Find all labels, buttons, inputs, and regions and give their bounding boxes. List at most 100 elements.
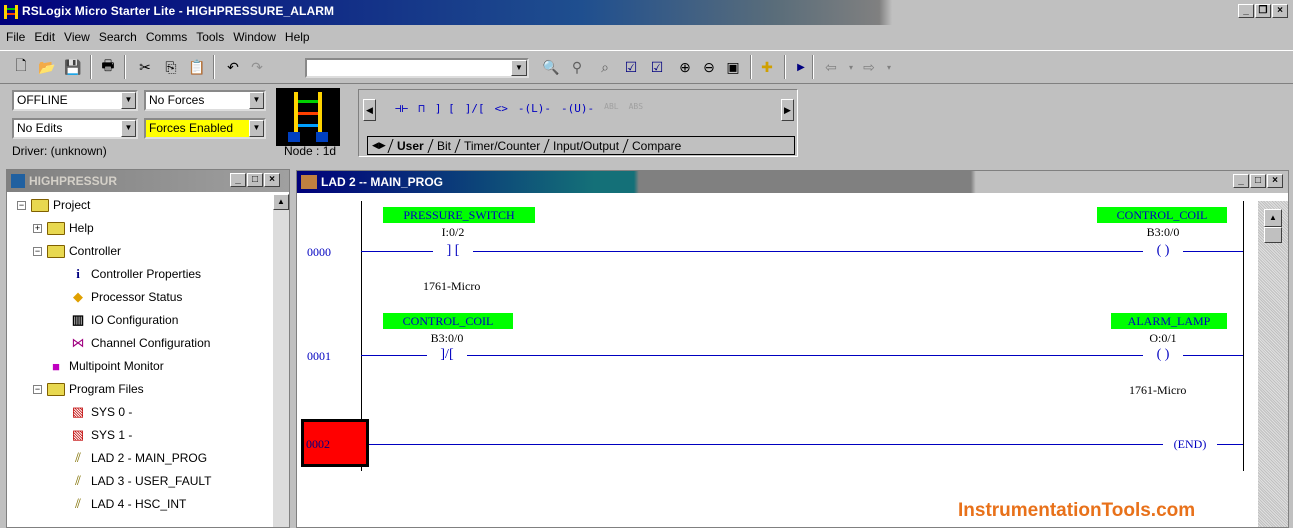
collapse-icon[interactable]: − <box>33 247 42 256</box>
ote-coil-icon[interactable]: ( ) <box>1143 244 1183 258</box>
paste-icon[interactable]: 📋 <box>186 56 208 78</box>
tree-item-io-configuration[interactable]: ▥ IO Configuration <box>69 309 179 331</box>
print-icon[interactable]: 🖶 <box>97 56 119 78</box>
tree-item-controller-properties[interactable]: i Controller Properties <box>69 263 201 285</box>
output-tag[interactable]: ALARM_LAMP <box>1111 313 1227 329</box>
chevron-down-icon[interactable]: ▼ <box>249 92 264 109</box>
mode-dropdown[interactable]: OFFLINE ▼ <box>12 90 138 111</box>
back-icon[interactable]: ⇦ <box>820 56 842 78</box>
find-replace-icon[interactable]: ⚲ <box>566 56 588 78</box>
rung-number[interactable]: 0001 <box>307 349 331 364</box>
menu-view[interactable]: View <box>64 30 90 44</box>
rung-number[interactable]: 0000 <box>307 245 331 260</box>
tab-input-output[interactable]: Input/Output <box>543 138 628 153</box>
scroll-left-icon[interactable]: ◀ <box>363 99 376 121</box>
close-icon[interactable]: × <box>1272 4 1288 18</box>
output-address[interactable]: O:0/1 <box>1133 331 1193 346</box>
edits-dropdown[interactable]: No Edits ▼ <box>12 118 138 139</box>
collapse-icon[interactable]: − <box>17 201 26 210</box>
output-address[interactable]: B3:0/0 <box>1133 225 1193 240</box>
output-tag[interactable]: CONTROL_COIL <box>1097 207 1227 223</box>
play-icon[interactable]: ▶ <box>790 56 812 78</box>
tab-scroll-arrows-icon[interactable]: ◀▶ <box>368 140 390 151</box>
abs-icon[interactable]: ABS <box>629 102 643 115</box>
tree-item-channel-configuration[interactable]: ⋈ Channel Configuration <box>69 332 211 354</box>
tree-item-project[interactable]: Project <box>31 194 90 216</box>
tree-item-help[interactable]: Help <box>47 217 94 239</box>
restore-icon[interactable]: ❐ <box>1255 4 1271 18</box>
xio-icon[interactable]: ]/[ <box>465 102 485 115</box>
tree-item-program-files[interactable]: Program Files <box>47 378 144 400</box>
save-icon[interactable]: 💾 <box>62 56 84 78</box>
tree-item-lad3[interactable]: ⫽ LAD 3 - USER_FAULT <box>69 470 211 492</box>
restore-icon[interactable]: □ <box>247 173 263 187</box>
input-address[interactable]: I:0/2 <box>423 225 483 240</box>
end-of-file-marker[interactable]: (END) <box>1163 437 1217 451</box>
find-icon[interactable]: 🔍 <box>540 56 562 78</box>
menu-tools[interactable]: Tools <box>196 30 224 44</box>
scroll-thumb[interactable] <box>1264 227 1282 243</box>
tree-item-sys1[interactable]: ▧ SYS 1 - <box>69 424 133 446</box>
open-folder-icon[interactable]: 📂 <box>36 56 58 78</box>
ladder-scrollbar[interactable]: ▲ <box>1258 201 1288 527</box>
tree-item-lad2[interactable]: ⫽ LAD 2 - MAIN_PROG <box>69 447 207 469</box>
menu-search[interactable]: Search <box>99 30 137 44</box>
forward-dropdown-icon[interactable]: ▾ <box>878 56 900 78</box>
expand-icon[interactable]: + <box>33 224 42 233</box>
tree-item-lad4[interactable]: ⫽ LAD 4 - HSC_INT <box>69 493 186 515</box>
input-tag[interactable]: CONTROL_COIL <box>383 313 513 329</box>
otl-icon[interactable]: -(L)- <box>518 102 551 115</box>
menu-file[interactable]: File <box>6 30 25 44</box>
menu-window[interactable]: Window <box>233 30 276 44</box>
new-file-icon[interactable]: 🗋 <box>10 56 32 78</box>
menu-help[interactable]: Help <box>285 30 310 44</box>
selected-rung-marker[interactable]: 0002 <box>301 419 369 467</box>
scroll-right-icon[interactable]: ▶ <box>781 99 794 121</box>
cut-icon[interactable]: ✂ <box>134 56 156 78</box>
xic-contact-icon[interactable]: ] [ <box>433 244 473 258</box>
verify-file-icon[interactable]: ☑ <box>620 56 642 78</box>
menu-comms[interactable]: Comms <box>146 30 187 44</box>
ladder-editor[interactable]: 0000 PRESSURE_SWITCH I:0/2 ] [ 1761-Micr… <box>297 201 1252 527</box>
chevron-down-icon[interactable]: ▼ <box>249 120 264 137</box>
zoom-out-icon[interactable]: ⊖ <box>698 56 720 78</box>
scroll-up-icon[interactable]: ▲ <box>1264 209 1282 227</box>
chevron-down-icon[interactable]: ▼ <box>511 60 527 76</box>
close-icon[interactable]: × <box>1267 174 1283 188</box>
tab-timer-counter[interactable]: Timer/Counter <box>453 138 549 153</box>
search-combo[interactable]: ▼ <box>305 58 529 78</box>
menu-edit[interactable]: Edit <box>34 30 55 44</box>
chevron-down-icon[interactable]: ▼ <box>121 120 136 137</box>
collapse-icon[interactable]: − <box>33 385 42 394</box>
tab-compare[interactable]: Compare <box>622 138 690 153</box>
abl-icon[interactable]: ABL <box>604 102 618 115</box>
forces-dropdown[interactable]: No Forces ▼ <box>144 90 266 111</box>
forward-icon[interactable]: ⇨ <box>858 56 880 78</box>
minimize-icon[interactable]: _ <box>1238 4 1254 18</box>
project-tree-scrollbar[interactable]: ▲ <box>273 194 289 527</box>
forces-enabled-dropdown[interactable]: Forces Enabled ▼ <box>144 118 266 139</box>
input-address[interactable]: B3:0/0 <box>417 331 477 346</box>
window-icon[interactable]: ▣ <box>722 56 744 78</box>
restore-icon[interactable]: □ <box>1250 174 1266 188</box>
tree-item-multipoint-monitor[interactable]: ■ Multipoint Monitor <box>47 355 164 377</box>
input-tag[interactable]: PRESSURE_SWITCH <box>383 207 535 223</box>
binoculars-icon[interactable]: ⌕ <box>594 56 616 78</box>
branch-icon[interactable]: ⊓ <box>418 102 425 115</box>
ote-coil-icon[interactable]: ( ) <box>1143 348 1183 362</box>
otu-icon[interactable]: -(U)- <box>561 102 594 115</box>
chevron-down-icon[interactable]: ▼ <box>121 92 136 109</box>
tree-item-sys0[interactable]: ▧ SYS 0 - <box>69 401 133 423</box>
xio-contact-icon[interactable]: ]/[ <box>427 348 467 362</box>
rung-icon[interactable]: ⊣⊢ <box>395 102 408 115</box>
zoom-in-icon[interactable]: ⊕ <box>674 56 696 78</box>
ote-icon[interactable]: <> <box>495 102 508 115</box>
tree-item-controller[interactable]: Controller <box>47 240 121 262</box>
minimize-icon[interactable]: _ <box>230 173 246 187</box>
undo-icon[interactable]: ↶ <box>222 56 244 78</box>
xic-icon[interactable]: ] [ <box>435 102 455 115</box>
tab-user[interactable]: User <box>387 138 433 153</box>
verify-project-icon[interactable]: ☑ <box>646 56 668 78</box>
redo-icon[interactable]: ↷ <box>246 56 268 78</box>
copy-icon[interactable]: ⎘ <box>160 56 182 78</box>
